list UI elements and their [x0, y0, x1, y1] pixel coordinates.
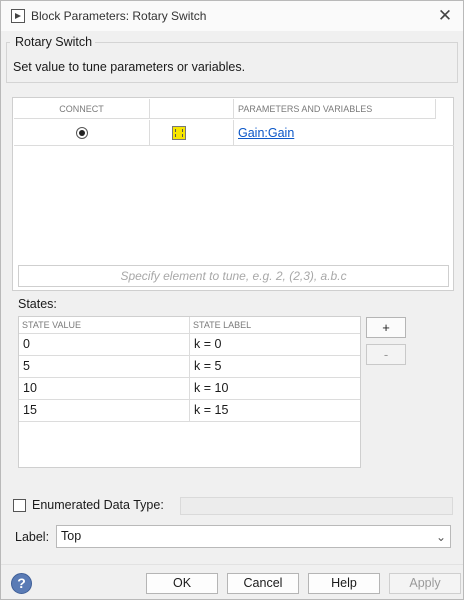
icon-cell: [150, 119, 234, 146]
state-value-cell[interactable]: 10: [19, 378, 190, 399]
column-header-blank: [150, 99, 234, 119]
label-select-value: Top: [61, 529, 82, 543]
table-row[interactable]: 10 k = 10: [19, 378, 360, 400]
groupbox-border: [6, 42, 10, 43]
window-title: Block Parameters: Rotary Switch: [31, 9, 207, 23]
dialog-window: Block Parameters: Rotary Switch ✕ Rotary…: [0, 0, 464, 600]
states-label: States:: [18, 297, 57, 311]
connect-radio[interactable]: [75, 126, 88, 139]
block-app-icon: [11, 9, 25, 23]
enumerated-label: Enumerated Data Type:: [32, 498, 164, 512]
label-caption: Label:: [15, 530, 50, 544]
column-header-state-value: STATE VALUE: [19, 317, 190, 333]
column-header-state-label: STATE LABEL: [193, 320, 252, 330]
table-row[interactable]: 5 k = 5: [19, 356, 360, 378]
enumerated-type-field[interactable]: [180, 497, 453, 515]
state-label-cell[interactable]: k = 0: [190, 334, 360, 355]
state-value-cell[interactable]: 0: [19, 334, 190, 355]
apply-button[interactable]: Apply: [389, 573, 461, 594]
state-value-cell[interactable]: 5: [19, 356, 190, 377]
group-description: Set value to tune parameters or variable…: [13, 60, 246, 74]
chevron-down-icon: ⌄: [435, 530, 446, 544]
label-select[interactable]: Top ⌄: [56, 525, 451, 548]
groupbox-border: [95, 42, 457, 43]
element-input[interactable]: Specify element to tune, e.g. 2, (2,3), …: [18, 265, 449, 287]
help-button[interactable]: Help: [308, 573, 380, 594]
parameters-table-panel: CONNECT PARAMETERS AND VARIABLES Gain:Ga…: [12, 97, 454, 291]
footer-divider: [1, 564, 463, 565]
variable-icon: [172, 125, 186, 140]
states-table: STATE VALUE STATE LABEL 0 k = 0 5 k = 5 …: [18, 316, 361, 468]
group-title: Rotary Switch: [13, 35, 95, 49]
state-value-cell[interactable]: 15: [19, 400, 190, 421]
param-link-gain[interactable]: Gain:Gain: [238, 126, 294, 140]
title-bar: Block Parameters: Rotary Switch ✕: [1, 1, 463, 31]
enumerated-checkbox[interactable]: [13, 498, 26, 512]
remove-state-button[interactable]: -: [366, 344, 406, 365]
param-cell: Gain:Gain: [234, 126, 294, 140]
column-header-connect[interactable]: CONNECT: [14, 99, 150, 119]
help-icon[interactable]: ?: [11, 573, 32, 594]
table-row[interactable]: Gain:Gain: [14, 119, 454, 146]
enumerated-row: Enumerated Data Type:: [13, 498, 164, 512]
state-label-cell[interactable]: k = 5: [190, 356, 360, 377]
state-label-cell[interactable]: k = 15: [190, 400, 360, 421]
add-state-button[interactable]: +: [366, 317, 406, 338]
table-row[interactable]: 0 k = 0: [19, 334, 360, 356]
state-label-cell[interactable]: k = 10: [190, 378, 360, 399]
column-header-params[interactable]: PARAMETERS AND VARIABLES: [234, 99, 436, 119]
states-table-header: STATE VALUE STATE LABEL: [19, 317, 360, 334]
close-icon[interactable]: ✕: [435, 6, 455, 26]
parameters-table-header: CONNECT PARAMETERS AND VARIABLES: [14, 99, 436, 119]
connect-cell: [14, 119, 150, 146]
ok-button[interactable]: OK: [146, 573, 218, 594]
table-row[interactable]: 15 k = 15: [19, 400, 360, 422]
cancel-button[interactable]: Cancel: [227, 573, 299, 594]
